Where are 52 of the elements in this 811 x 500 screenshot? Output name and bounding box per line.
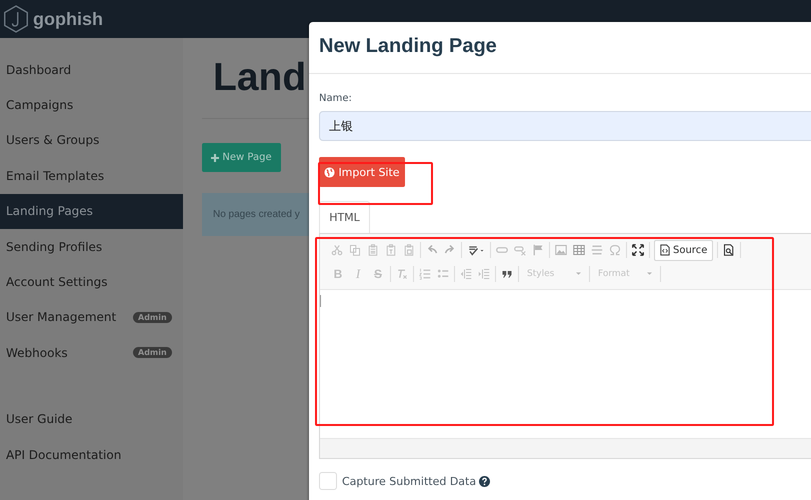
numbered-list-icon[interactable] (418, 268, 432, 280)
new-page-button[interactable]: New Page (202, 143, 281, 172)
unlink-icon[interactable] (513, 244, 527, 256)
maximize-icon[interactable] (631, 244, 645, 256)
copy-icon[interactable] (348, 244, 362, 256)
modal-title: New Landing Page (318, 34, 498, 59)
globe-icon (324, 166, 336, 178)
quote-icon[interactable] (500, 268, 514, 280)
clipboard-icon[interactable] (402, 244, 416, 256)
sidebar-item[interactable]: Account Settings (0, 264, 183, 300)
link-icon[interactable] (495, 244, 509, 256)
sidebar-item[interactable]: Landing Pages (0, 194, 183, 229)
indent-icon[interactable] (477, 268, 491, 280)
sidebar-item[interactable]: Users & Groups (0, 122, 183, 158)
scissors-icon[interactable] (330, 244, 344, 256)
sidebar-item[interactable]: Dashboard (0, 52, 183, 88)
redo-icon[interactable] (443, 244, 457, 256)
caret-icon (576, 272, 581, 276)
import-site-button[interactable]: Import Site (319, 157, 405, 187)
plus-icon (211, 154, 220, 162)
omega-icon[interactable] (608, 244, 622, 256)
clipboard-icon[interactable] (384, 244, 398, 256)
page-title: Land (213, 55, 306, 101)
sidebar-item[interactable]: Campaigns (0, 87, 183, 123)
sidebar-link[interactable]: User Guide (0, 402, 183, 437)
checkbox[interactable] (319, 472, 337, 490)
source-button[interactable]: Source (654, 240, 714, 260)
editor-tab[interactable]: HTML (319, 201, 370, 233)
caret-icon (647, 272, 652, 276)
bulleted-list-icon[interactable] (436, 268, 450, 280)
undo-icon[interactable] (425, 244, 439, 256)
brand-name[interactable]: gophish (33, 8, 103, 30)
outdent-icon[interactable] (459, 268, 473, 280)
table-icon[interactable] (572, 244, 586, 256)
hook-logo-icon (3, 4, 29, 34)
sidebar-item[interactable]: Sending Profiles (0, 228, 183, 264)
name-label: Name: (319, 93, 353, 106)
clipboard-icon[interactable] (366, 244, 380, 256)
admin-badge: Admin (133, 312, 172, 323)
sidebar-item[interactable]: Email Templates (0, 158, 183, 194)
code-file-icon (660, 244, 670, 256)
help-icon[interactable] (479, 476, 490, 486)
preview-icon[interactable] (722, 244, 736, 256)
name-field[interactable]: 上银 (319, 111, 811, 141)
sidebar-item[interactable]: User Management Admin (0, 300, 183, 336)
checkbox-label: Capture Submitted Data (342, 474, 476, 488)
sidebar-item[interactable]: Webhooks Admin (0, 335, 183, 371)
admin-badge: Admin (133, 347, 172, 358)
flag-icon[interactable] (531, 244, 545, 256)
horizontal-line-icon[interactable] (590, 244, 604, 256)
sidebar-link[interactable]: API Documentation (0, 436, 183, 472)
image-icon[interactable] (554, 244, 568, 256)
